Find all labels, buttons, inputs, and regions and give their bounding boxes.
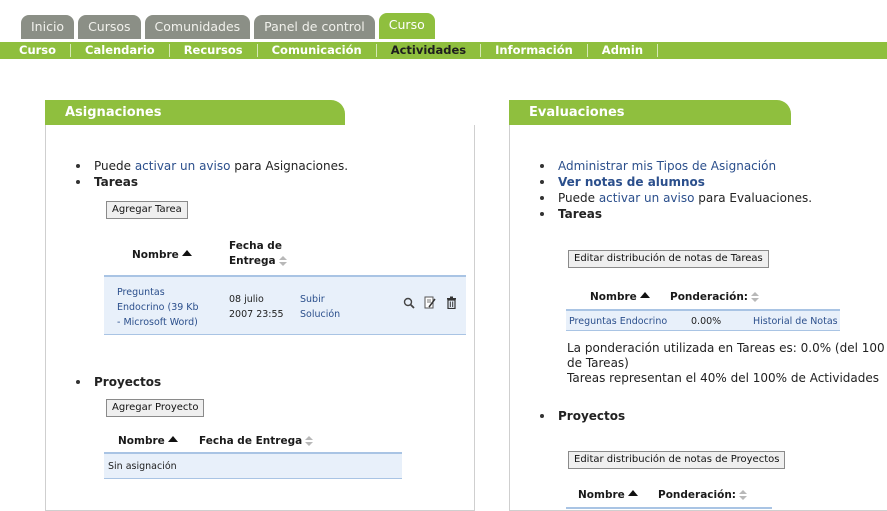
main-tabs: Inicio Cursos Comunidades Panel de contr… bbox=[21, 13, 439, 39]
evaluaciones-panel: Evaluaciones Administrar mis Tipos de As… bbox=[509, 100, 887, 511]
ver-notas-item: Ver notas de alumnos bbox=[536, 174, 887, 190]
tab-comunidades[interactable]: Comunidades bbox=[144, 15, 251, 39]
eval-col-ponderacion[interactable]: Ponderación: bbox=[670, 291, 759, 303]
eval-tareas-table: Nombre Ponderación: Preguntas Endocrino … bbox=[566, 285, 840, 333]
table-row: Sin asignación bbox=[104, 452, 402, 479]
subnav-actividades[interactable]: Actividades bbox=[377, 44, 482, 57]
tab-cursos[interactable]: Cursos bbox=[78, 15, 141, 39]
subnav-recursos[interactable]: Recursos bbox=[170, 44, 258, 57]
proyectos-table: Nombre Fecha de Entrega Sin asignación bbox=[104, 427, 402, 487]
subnav-calendario[interactable]: Calendario bbox=[71, 44, 170, 57]
eval-tareas-heading: Tareas bbox=[536, 206, 887, 222]
asignaciones-list: Puede activar un aviso para Asignaciones… bbox=[72, 158, 472, 190]
table-row: Preguntas Endocrino (39 Kb - Microsoft W… bbox=[104, 275, 466, 335]
ponderacion-note: La ponderación utilizada en Tareas es: 0… bbox=[567, 341, 885, 385]
tab-panel-de-control[interactable]: Panel de control bbox=[254, 15, 375, 39]
sort-asc-icon bbox=[639, 292, 650, 298]
sort-icon bbox=[305, 436, 314, 446]
edit-icon[interactable] bbox=[424, 296, 436, 309]
subnav-informacion[interactable]: Información bbox=[481, 44, 588, 57]
editar-notas-proyectos-button[interactable]: Editar distribución de notas de Proyecto… bbox=[568, 451, 786, 469]
subnav-comunicacion[interactable]: Comunicación bbox=[258, 44, 377, 57]
tarea-name-link[interactable]: Preguntas Endocrino (39 Kb - Microsoft W… bbox=[117, 285, 199, 330]
evaluaciones-list: Administrar mis Tipos de Asignación Ver … bbox=[536, 158, 887, 222]
proy-col-fecha[interactable]: Fecha de Entrega bbox=[199, 435, 314, 447]
eval-proyectos-divider bbox=[566, 507, 772, 509]
eval-tarea-ponderacion: 0.00% bbox=[691, 316, 722, 327]
evaluaciones-body: Administrar mis Tipos de Asignación Ver … bbox=[509, 125, 887, 511]
sort-asc-icon bbox=[167, 436, 178, 442]
administrar-tipos-link[interactable]: Administrar mis Tipos de Asignación bbox=[558, 159, 776, 173]
eval-proyectos-list: Proyectos bbox=[536, 408, 836, 424]
col-fecha-entrega[interactable]: Fecha de Entrega bbox=[229, 239, 287, 269]
course-subnav: Curso Calendario Recursos Comunicación A… bbox=[0, 42, 887, 59]
eval-col-nombre[interactable]: Nombre bbox=[590, 291, 650, 303]
trash-icon[interactable] bbox=[446, 296, 457, 309]
tareas-heading: Tareas bbox=[72, 174, 472, 190]
tareas-table: Nombre Fecha de Entrega Preguntas Endocr… bbox=[104, 237, 466, 359]
administrar-tipos-item: Administrar mis Tipos de Asignación bbox=[536, 158, 887, 174]
activar-link[interactable]: activar bbox=[599, 191, 640, 205]
sin-asignacion-text: Sin asignación bbox=[108, 461, 177, 472]
tarea-fecha: 08 julio 2007 23:55 bbox=[229, 294, 284, 320]
editar-notas-tareas-button[interactable]: Editar distribución de notas de Tareas bbox=[568, 250, 769, 268]
eval-proy-col-ponderacion[interactable]: Ponderación: bbox=[658, 489, 747, 501]
asignaciones-title: Asignaciones bbox=[45, 100, 345, 125]
evaluaciones-aviso: Puede activar un aviso para Evaluaciones… bbox=[536, 190, 887, 206]
agregar-proyecto-button[interactable]: Agregar Proyecto bbox=[106, 399, 205, 417]
table-row: Preguntas Endocrino 0.00% Historial de N… bbox=[566, 309, 840, 331]
sort-icon bbox=[278, 256, 287, 266]
aviso-link[interactable]: un aviso bbox=[180, 159, 230, 173]
asignaciones-panel: Asignaciones Puede activar un aviso para… bbox=[45, 100, 475, 511]
sort-icon bbox=[751, 292, 759, 302]
subnav-curso[interactable]: Curso bbox=[0, 44, 72, 57]
proy-col-nombre[interactable]: Nombre bbox=[118, 435, 178, 447]
sort-icon bbox=[739, 490, 747, 500]
sort-asc-icon bbox=[627, 490, 638, 496]
subir-solucion-link[interactable]: Subir Solución bbox=[300, 292, 340, 322]
aviso-link[interactable]: un aviso bbox=[644, 191, 694, 205]
proyectos-list: Proyectos bbox=[72, 374, 372, 390]
search-icon[interactable] bbox=[403, 297, 415, 309]
sort-asc-icon bbox=[181, 250, 192, 256]
ver-notas-link[interactable]: Ver notas de alumnos bbox=[558, 175, 705, 189]
asignaciones-body: Puede activar un aviso para Asignaciones… bbox=[45, 125, 475, 511]
eval-proyectos-heading: Proyectos bbox=[536, 408, 836, 424]
agregar-tarea-button[interactable]: Agregar Tarea bbox=[106, 201, 188, 219]
eval-proy-col-nombre[interactable]: Nombre bbox=[578, 489, 638, 501]
top-tab-bar: Inicio Cursos Comunidades Panel de contr… bbox=[0, 0, 887, 42]
eval-tarea-name-link[interactable]: Preguntas Endocrino bbox=[569, 314, 667, 329]
historial-notas-link[interactable]: Historial de Notas bbox=[753, 314, 838, 329]
tab-inicio[interactable]: Inicio bbox=[21, 15, 75, 39]
evaluaciones-title: Evaluaciones bbox=[509, 100, 791, 125]
proyectos-heading: Proyectos bbox=[72, 374, 372, 390]
asignaciones-aviso: Puede activar un aviso para Asignaciones… bbox=[72, 158, 472, 174]
activar-link[interactable]: activar bbox=[135, 159, 176, 173]
subnav-admin[interactable]: Admin bbox=[588, 44, 659, 57]
tab-curso[interactable]: Curso bbox=[378, 13, 435, 39]
col-nombre[interactable]: Nombre bbox=[132, 249, 192, 261]
eval-proyectos-table: Nombre Ponderación: bbox=[566, 485, 772, 511]
